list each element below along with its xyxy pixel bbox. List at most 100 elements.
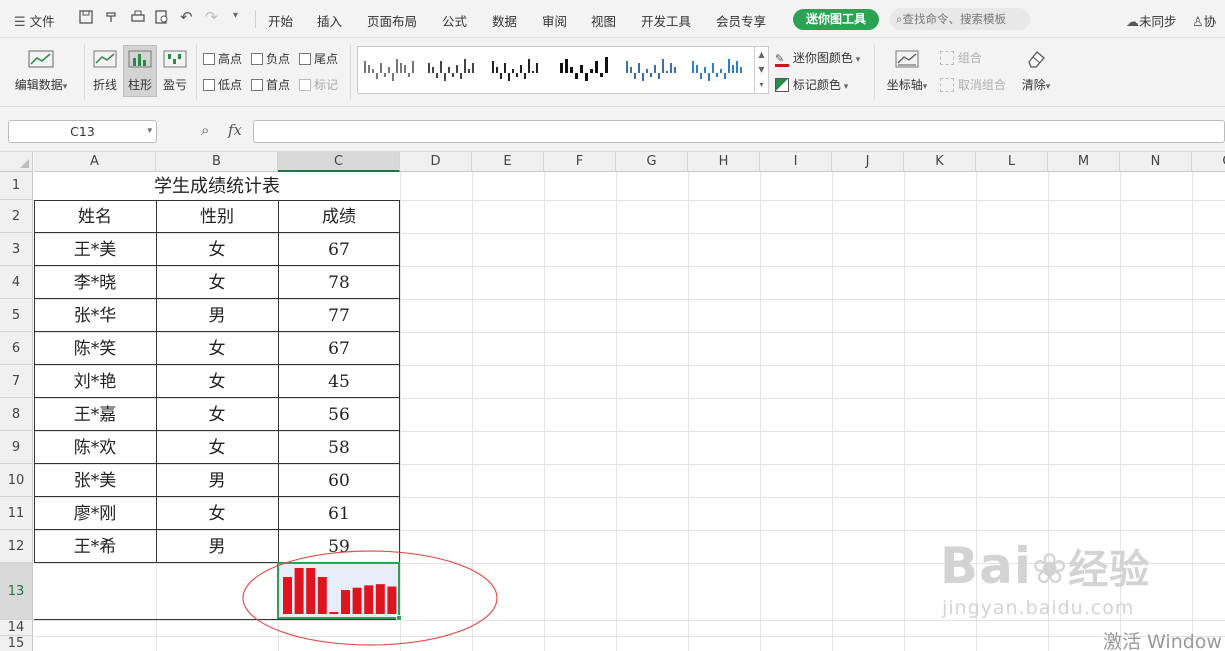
gender-cell[interactable]: 女: [156, 332, 278, 365]
row-header-13[interactable]: 13: [0, 563, 33, 620]
score-cell[interactable]: 67: [278, 332, 400, 365]
tab-page-layout[interactable]: 页面布局: [367, 11, 417, 30]
score-cell[interactable]: 60: [278, 464, 400, 497]
spreadsheet-grid[interactable]: ABCDEFGHIJKLMNO 123456789101112131415 姓名…: [0, 152, 1225, 651]
name-cell[interactable]: 王*嘉: [34, 398, 156, 431]
sparkline-style-gallery[interactable]: [357, 46, 755, 94]
save-icon[interactable]: [78, 9, 94, 28]
sparkline-color-button[interactable]: ✎ 迷你图颜色 ▾: [775, 49, 860, 67]
header-cell[interactable]: 成绩: [278, 200, 400, 233]
gender-cell[interactable]: 女: [156, 497, 278, 530]
score-cell[interactable]: 67: [278, 233, 400, 266]
name-cell[interactable]: 王*希: [34, 530, 156, 563]
score-cell[interactable]: 78: [278, 266, 400, 299]
gender-cell[interactable]: 女: [156, 266, 278, 299]
gender-cell[interactable]: 女: [156, 431, 278, 464]
last-point-checkbox[interactable]: 尾点: [299, 50, 338, 67]
row-header-10[interactable]: 10: [0, 464, 33, 497]
name-cell[interactable]: 张*美: [34, 464, 156, 497]
print-preview-icon[interactable]: [154, 9, 170, 28]
sync-status[interactable]: ☁未同步: [1126, 11, 1177, 30]
sheet-title[interactable]: 学生成绩统计表: [34, 172, 400, 200]
chevron-down-icon[interactable]: ▾: [233, 10, 238, 21]
column-header-a[interactable]: A: [34, 152, 156, 172]
column-header-o[interactable]: O: [1192, 152, 1225, 172]
column-header-f[interactable]: F: [544, 152, 616, 172]
print-icon[interactable]: [130, 9, 146, 28]
score-cell[interactable]: 77: [278, 299, 400, 332]
tab-review[interactable]: 审阅: [542, 11, 567, 30]
row-header-5[interactable]: 5: [0, 299, 33, 332]
axis-button[interactable]: 坐标轴▾: [882, 48, 932, 93]
row-header-11[interactable]: 11: [0, 497, 33, 530]
name-cell[interactable]: 王*美: [34, 233, 156, 266]
zoom-icon[interactable]: ⌕: [201, 121, 209, 139]
sparkline-cell[interactable]: [277, 562, 402, 621]
column-header-l[interactable]: L: [976, 152, 1048, 172]
tab-insert[interactable]: 插入: [317, 11, 342, 30]
row-header-7[interactable]: 7: [0, 365, 33, 398]
low-point-checkbox[interactable]: 低点: [203, 76, 242, 93]
gender-cell[interactable]: 男: [156, 530, 278, 563]
search-input[interactable]: ⌕查找命令、搜索模板: [890, 8, 1030, 30]
header-cell[interactable]: 姓名: [34, 200, 156, 233]
name-cell[interactable]: 刘*艳: [34, 365, 156, 398]
name-cell[interactable]: 廖*刚: [34, 497, 156, 530]
collab-button[interactable]: ♙协: [1192, 11, 1216, 30]
column-header-b[interactable]: B: [156, 152, 278, 172]
select-all-corner[interactable]: [0, 152, 33, 172]
chevron-down-icon[interactable]: ▾: [147, 121, 152, 142]
name-cell[interactable]: 陈*欢: [34, 431, 156, 464]
winloss-sparkline-button[interactable]: 盈亏: [159, 48, 191, 93]
gender-cell[interactable]: 男: [156, 299, 278, 332]
gender-cell[interactable]: 女: [156, 233, 278, 266]
tab-formulas[interactable]: 公式: [442, 11, 467, 30]
row-header-6[interactable]: 6: [0, 332, 33, 365]
redo-icon[interactable]: ↷: [205, 8, 218, 26]
ungroup-button[interactable]: 取消组合: [940, 76, 1006, 93]
column-header-c[interactable]: C: [278, 152, 400, 172]
gender-cell[interactable]: 女: [156, 365, 278, 398]
tab-developer[interactable]: 开发工具: [641, 11, 691, 30]
marker-checkbox[interactable]: 标记: [299, 76, 338, 93]
formula-input[interactable]: [253, 120, 1225, 143]
column-header-i[interactable]: I: [760, 152, 832, 172]
gallery-scrollbar[interactable]: ▲ ▼ ▾: [755, 46, 769, 94]
row-header-12[interactable]: 12: [0, 530, 33, 563]
row-header-15[interactable]: 15: [0, 636, 33, 651]
gallery-expand-icon[interactable]: ▾: [755, 77, 768, 92]
scroll-up-icon[interactable]: ▲: [755, 47, 768, 62]
name-cell[interactable]: 陈*笑: [34, 332, 156, 365]
scroll-down-icon[interactable]: ▼: [755, 62, 768, 77]
column-header-d[interactable]: D: [400, 152, 472, 172]
tab-member[interactable]: 会员专享: [716, 11, 766, 30]
gender-cell[interactable]: 男: [156, 464, 278, 497]
tab-home[interactable]: 开始: [268, 11, 293, 30]
column-sparkline-button[interactable]: 柱形: [123, 45, 157, 97]
file-menu[interactable]: ☰ 文件: [14, 11, 55, 30]
name-box[interactable]: C13 ▾: [8, 120, 157, 143]
undo-icon[interactable]: ↶: [180, 8, 193, 26]
tab-view[interactable]: 视图: [591, 11, 616, 30]
edit-data-button[interactable]: 编辑数据▾: [10, 48, 72, 93]
row-header-1[interactable]: 1: [0, 172, 33, 200]
column-header-j[interactable]: J: [832, 152, 904, 172]
score-cell[interactable]: 58: [278, 431, 400, 464]
score-cell[interactable]: 59: [278, 530, 400, 563]
column-header-e[interactable]: E: [472, 152, 544, 172]
tab-data[interactable]: 数据: [492, 11, 517, 30]
row-header-2[interactable]: 2: [0, 200, 33, 233]
column-header-g[interactable]: G: [616, 152, 688, 172]
group-button[interactable]: 组合: [940, 49, 982, 66]
column-header-h[interactable]: H: [688, 152, 760, 172]
name-cell[interactable]: 张*华: [34, 299, 156, 332]
first-point-checkbox[interactable]: 首点: [251, 76, 290, 93]
header-cell[interactable]: 性别: [156, 200, 278, 233]
row-header-14[interactable]: 14: [0, 620, 33, 636]
column-header-k[interactable]: K: [904, 152, 976, 172]
negative-point-checkbox[interactable]: 负点: [251, 50, 290, 67]
score-cell[interactable]: 56: [278, 398, 400, 431]
gender-cell[interactable]: 女: [156, 398, 278, 431]
marker-color-button[interactable]: 标记颜色 ▾: [775, 76, 848, 93]
row-header-4[interactable]: 4: [0, 266, 33, 299]
